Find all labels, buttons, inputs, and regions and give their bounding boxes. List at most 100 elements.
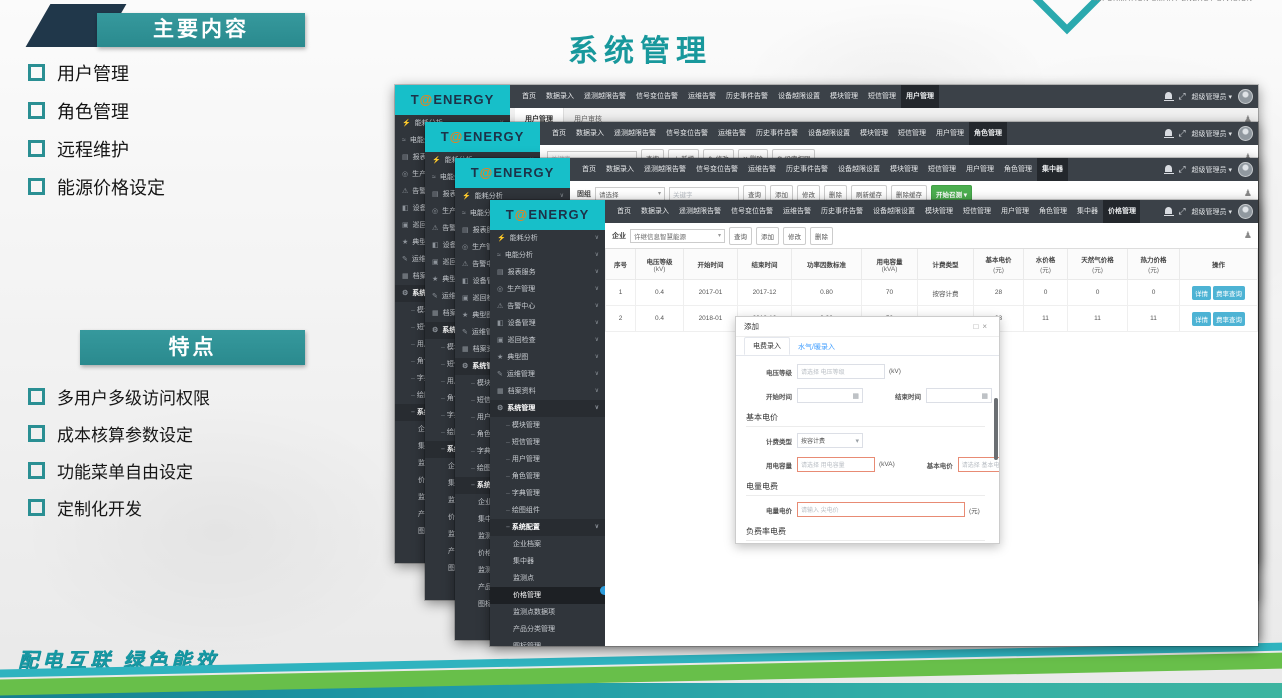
nav-item[interactable]: 遥测越限告警 bbox=[639, 158, 691, 181]
nav-item[interactable]: 用户管理 bbox=[996, 200, 1034, 223]
nav-item[interactable]: 设备越限设置 bbox=[803, 122, 855, 145]
nav-item[interactable]: 模块管理 bbox=[825, 85, 863, 108]
sidebar-item[interactable]: ▣巡回检查∨ bbox=[490, 332, 605, 349]
nav-item[interactable]: 运维告警 bbox=[743, 158, 781, 181]
sidebar-subitem[interactable]: 用户管理 bbox=[490, 451, 605, 468]
nav-item[interactable]: 数据录入 bbox=[571, 122, 609, 145]
nav-item[interactable]: 模块管理 bbox=[855, 122, 893, 145]
row-action-button[interactable]: 费率查询 bbox=[1213, 286, 1245, 300]
nav-item[interactable]: 首页 bbox=[517, 85, 541, 108]
nav-item[interactable]: 首页 bbox=[577, 158, 601, 181]
nav-item[interactable]: 遥测越限告警 bbox=[609, 122, 661, 145]
sidebar-child[interactable]: 监测点 bbox=[490, 570, 605, 587]
nav-item[interactable]: 信号变位告警 bbox=[661, 122, 713, 145]
nav-item[interactable]: 短信管理 bbox=[893, 122, 931, 145]
nav-item[interactable]: 设备越限设置 bbox=[868, 200, 920, 223]
field-input[interactable]: 请选择 用电容量 bbox=[797, 457, 875, 472]
row-action-button[interactable]: 详情 bbox=[1192, 312, 1211, 326]
nav-item[interactable]: 运维告警 bbox=[713, 122, 751, 145]
sidebar-item[interactable]: ◧设备管理∨ bbox=[490, 315, 605, 332]
nav-item[interactable]: 设备越限设置 bbox=[833, 158, 885, 181]
row-action-button[interactable]: 详情 bbox=[1192, 286, 1211, 300]
nav-item-active[interactable]: 角色管理 bbox=[969, 122, 1007, 145]
sidebar-subitem[interactable]: 角色管理 bbox=[490, 468, 605, 485]
sidebar-item[interactable]: ▤报表服务∨ bbox=[490, 264, 605, 281]
dialog-tab[interactable]: 水气/暖录入 bbox=[790, 339, 843, 355]
nav-item[interactable]: 角色管理 bbox=[1034, 200, 1072, 223]
sidebar-item[interactable]: ⚠告警中心∨ bbox=[490, 298, 605, 315]
sidebar-subitem[interactable]: 绘图组件 bbox=[490, 502, 605, 519]
nav-item[interactable]: 信号变位告警 bbox=[691, 158, 743, 181]
nav-item[interactable]: 短信管理 bbox=[923, 158, 961, 181]
group-select[interactable]: 请选择▾ bbox=[595, 187, 665, 201]
nav-item[interactable]: 信号变位告警 bbox=[726, 200, 778, 223]
nav-item[interactable]: 模块管理 bbox=[885, 158, 923, 181]
sidebar-child[interactable]: 图标管理 bbox=[490, 638, 605, 646]
field-input[interactable]: 按容计费▾ bbox=[797, 433, 863, 448]
enterprise-select[interactable]: 许继信息智慧能源▾ bbox=[630, 229, 725, 243]
nav-item-active[interactable]: 用户管理 bbox=[901, 85, 939, 108]
toolbar-button[interactable]: 添加 bbox=[756, 227, 779, 245]
bell-icon[interactable] bbox=[1165, 92, 1172, 99]
nav-item-active[interactable]: 集中器 bbox=[1037, 158, 1068, 181]
user-menu[interactable]: 超级管理员 ▾ bbox=[1192, 165, 1232, 175]
nav-item[interactable]: 遥测越限告警 bbox=[579, 85, 631, 108]
user-menu[interactable]: 超级管理员 ▾ bbox=[1192, 129, 1232, 139]
fullscreen-icon[interactable]: ⤢ bbox=[1178, 207, 1185, 216]
nav-item[interactable]: 运维告警 bbox=[778, 200, 816, 223]
fullscreen-icon[interactable]: ⤢ bbox=[1178, 92, 1185, 101]
nav-item-active[interactable]: 价格管理 bbox=[1103, 200, 1140, 223]
nav-item[interactable]: 角色管理 bbox=[999, 158, 1037, 181]
avatar[interactable] bbox=[1238, 89, 1253, 104]
field-input[interactable]: ▦ bbox=[797, 388, 863, 403]
nav-item[interactable]: 设备越限设置 bbox=[773, 85, 825, 108]
nav-item[interactable]: 遥测越限告警 bbox=[674, 200, 726, 223]
dialog-tab[interactable]: 电费录入 bbox=[744, 337, 790, 355]
nav-item[interactable]: 模块管理 bbox=[920, 200, 958, 223]
avatar[interactable] bbox=[1238, 126, 1253, 141]
sidebar-child[interactable]: 企业档案 bbox=[490, 536, 605, 553]
sidebar-item[interactable]: ✎运维管理∨ bbox=[490, 366, 605, 383]
nav-item[interactable]: 首页 bbox=[547, 122, 571, 145]
field-input[interactable]: 请输入 尖电价 bbox=[797, 502, 965, 517]
nav-item[interactable]: 用户管理 bbox=[931, 122, 969, 145]
nav-item[interactable]: 数据录入 bbox=[636, 200, 674, 223]
bell-icon[interactable] bbox=[1165, 165, 1172, 172]
sidebar-item[interactable]: ★典型图∨ bbox=[490, 349, 605, 366]
nav-item[interactable]: 数据录入 bbox=[601, 158, 639, 181]
sidebar-subitem[interactable]: 短信管理 bbox=[490, 434, 605, 451]
nav-item[interactable]: 用户管理 bbox=[961, 158, 999, 181]
nav-item[interactable]: 信号变位告警 bbox=[631, 85, 683, 108]
field-input[interactable]: 请选择 电压等级 bbox=[797, 364, 885, 379]
sidebar-child[interactable]: 产品分类管理 bbox=[490, 621, 605, 638]
maximize-icon[interactable]: □ bbox=[973, 322, 982, 331]
user-menu[interactable]: 超级管理员 ▾ bbox=[1192, 92, 1232, 102]
sidebar-subitem[interactable]: 模块管理 bbox=[490, 417, 605, 434]
sidebar-item[interactable]: ⚡能耗分析∨ bbox=[490, 230, 605, 247]
nav-item[interactable]: 历史事件告警 bbox=[751, 122, 803, 145]
toolbar-button[interactable]: 删除 bbox=[810, 227, 833, 245]
row-action-button[interactable]: 费率查询 bbox=[1213, 312, 1245, 326]
sidebar-item[interactable]: ≈电能分析∨ bbox=[490, 247, 605, 264]
toolbar-button[interactable]: 修改 bbox=[783, 227, 806, 245]
user-menu[interactable]: 超级管理员 ▾ bbox=[1192, 207, 1232, 217]
sidebar-item-config[interactable]: 系统配置∨ bbox=[490, 519, 605, 536]
sidebar-subitem[interactable]: 字典管理 bbox=[490, 485, 605, 502]
fullscreen-icon[interactable]: ⤢ bbox=[1178, 129, 1185, 138]
keyword-input[interactable]: 关键字 bbox=[669, 187, 739, 201]
avatar[interactable] bbox=[1238, 162, 1253, 177]
nav-item[interactable]: 集中器 bbox=[1072, 200, 1103, 223]
scrollbar-thumb[interactable] bbox=[994, 398, 998, 460]
close-icon[interactable]: × bbox=[982, 322, 991, 331]
field-input[interactable]: ▦ bbox=[926, 388, 992, 403]
nav-item[interactable]: 运维告警 bbox=[683, 85, 721, 108]
nav-item[interactable]: 短信管理 bbox=[863, 85, 901, 108]
bell-icon[interactable] bbox=[1165, 207, 1172, 214]
sidebar-item[interactable]: ◎生产管理∨ bbox=[490, 281, 605, 298]
nav-item[interactable]: 历史事件告警 bbox=[781, 158, 833, 181]
sidebar-item[interactable]: ▦档案资料∨ bbox=[490, 383, 605, 400]
sidebar-child[interactable]: 价格管理 bbox=[490, 587, 605, 604]
nav-item[interactable]: 短信管理 bbox=[958, 200, 996, 223]
sidebar-child[interactable]: 监测点数据项 bbox=[490, 604, 605, 621]
toolbar-button[interactable]: 查询 bbox=[729, 227, 752, 245]
